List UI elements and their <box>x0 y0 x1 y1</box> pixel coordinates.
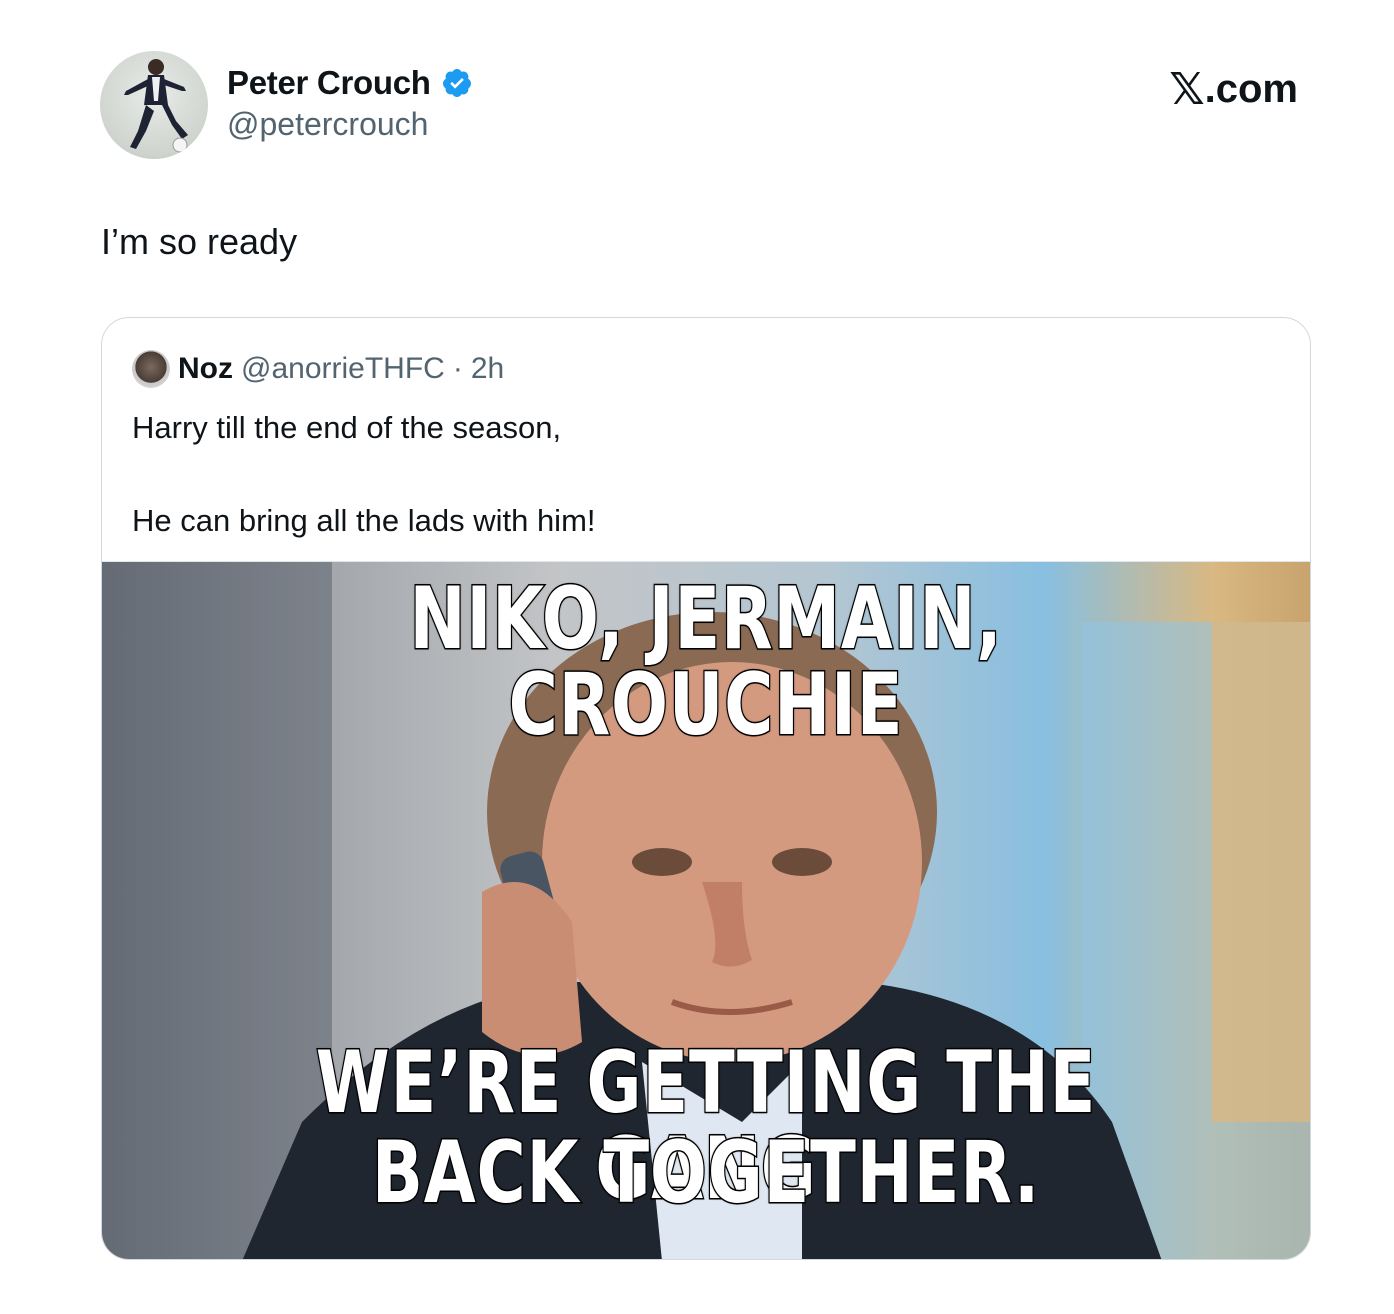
separator-dot: · <box>452 352 463 385</box>
quoted-tweet-card[interactable]: Noz @anorrieTHFC · 2h Harry till the end o… <box>101 317 1311 1260</box>
avatar-figure <box>124 59 188 153</box>
author-handle[interactable]: @petercrouch <box>227 106 428 143</box>
quoted-timestamp[interactable]: 2h <box>471 352 504 386</box>
meme-image[interactable]: NIKO, JERMAIN, CROUCHIE WE’RE GETTING TH… <box>102 562 1310 1259</box>
quoted-tweet-header: Noz @anorrieTHFC · 2h <box>132 350 504 388</box>
meme-caption-top: NIKO, JERMAIN, CROUCHIE <box>408 569 1003 755</box>
quoted-text-line-2: He can bring all the lads with him! <box>132 503 596 538</box>
verified-badge-icon <box>442 69 471 97</box>
quoted-author-handle[interactable]: @anorrieTHFC <box>241 352 445 386</box>
quoted-author-name[interactable]: Noz <box>178 352 233 386</box>
quoted-author-avatar[interactable] <box>132 350 170 388</box>
meme-caption-bottom-line-2: BACK TOGETHER. <box>371 1123 1041 1223</box>
author-name-row[interactable]: Peter Crouch <box>227 64 473 102</box>
x-logo-icon: 𝕏 <box>1169 64 1205 115</box>
x-brand-logo: 𝕏 .com <box>1169 64 1298 115</box>
author-avatar[interactable] <box>100 51 208 159</box>
brand-suffix: .com <box>1204 67 1298 111</box>
quoted-text-line-1: Harry till the end of the season, <box>132 410 562 445</box>
author-name[interactable]: Peter Crouch <box>227 64 431 102</box>
tweet-text: I’m so ready <box>101 221 298 262</box>
